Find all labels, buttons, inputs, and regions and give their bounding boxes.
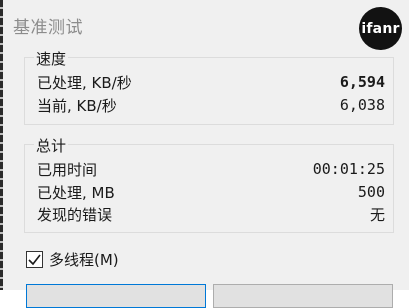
elapsed-time-row: 已用时间 00:01:25 — [37, 158, 385, 180]
title-bar[interactable]: 基准测试 ifanr — [3, 0, 409, 50]
logo-text: ifanr — [361, 20, 400, 37]
current-kbps-label: 当前, KB/秒 — [37, 96, 117, 115]
ifanr-logo: ifanr — [359, 7, 402, 50]
total-group: 总计 已用时间 00:01:25 已处理, MB 500 发现的错误 无 — [24, 135, 394, 233]
elapsed-time-value: 00:01:25 — [312, 160, 385, 178]
current-kbps-value: 6,038 — [339, 96, 385, 114]
benchmark-window: 基准测试 ifanr 速度 已处理, KB/秒 6,594 当前, KB/秒 6… — [0, 0, 409, 308]
multithread-checkbox[interactable] — [26, 250, 43, 268]
processed-kbps-row: 已处理, KB/秒 6,594 — [37, 71, 385, 93]
checkmark-icon — [28, 254, 41, 265]
processed-mb-value: 500 — [357, 183, 385, 201]
multithread-label: 多线程(M) — [49, 250, 119, 269]
processed-mb-row: 已处理, MB 500 — [37, 181, 385, 203]
errors-value: 无 — [369, 205, 385, 224]
speed-legend: 速度 — [34, 48, 69, 69]
elapsed-time-label: 已用时间 — [37, 160, 98, 179]
errors-row: 发现的错误 无 — [37, 203, 385, 225]
processed-kbps-label: 已处理, KB/秒 — [37, 73, 132, 92]
processed-mb-label: 已处理, MB — [37, 183, 115, 202]
primary-button[interactable] — [26, 284, 206, 308]
total-legend: 总计 — [34, 135, 69, 156]
current-kbps-row: 当前, KB/秒 6,038 — [37, 94, 385, 116]
errors-label: 发现的错误 — [37, 205, 113, 224]
multithread-option[interactable]: 多线程(M) — [26, 248, 119, 270]
processed-kbps-value: 6,594 — [339, 73, 385, 91]
window-title: 基准测试 — [13, 18, 83, 38]
secondary-button[interactable] — [213, 284, 393, 308]
speed-group: 速度 已处理, KB/秒 6,594 当前, KB/秒 6,038 — [24, 48, 394, 125]
